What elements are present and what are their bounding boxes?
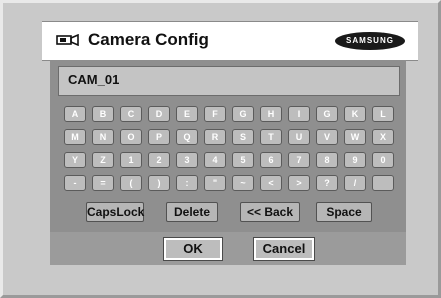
key-m[interactable]: M — [64, 129, 86, 145]
key-9[interactable]: 9 — [344, 152, 366, 168]
camera-name-field[interactable]: CAM_01 — [58, 66, 400, 96]
key-b[interactable]: B — [92, 106, 114, 122]
key-g2[interactable]: G — [316, 106, 338, 122]
brand-logo: SAMSUNG — [335, 32, 405, 50]
key-hyphen[interactable]: - — [64, 175, 86, 191]
key-slash[interactable]: / — [344, 175, 366, 191]
page-title: Camera Config — [88, 30, 209, 49]
key-a[interactable]: A — [64, 106, 86, 122]
key-0[interactable]: 0 — [372, 152, 394, 168]
delete-button[interactable]: Delete — [166, 202, 218, 222]
key-h[interactable]: H — [260, 106, 282, 122]
dialog-footer: OK Cancel — [50, 232, 406, 265]
key-close-paren[interactable]: ) — [148, 175, 170, 191]
key-l[interactable]: L — [372, 106, 394, 122]
key-6[interactable]: 6 — [260, 152, 282, 168]
key-greater-than[interactable]: > — [288, 175, 310, 191]
key-open-paren[interactable]: ( — [120, 175, 142, 191]
key-r[interactable]: R — [204, 129, 226, 145]
key-4[interactable]: 4 — [204, 152, 226, 168]
key-u[interactable]: U — [288, 129, 310, 145]
capslock-button[interactable]: CapsLock — [86, 202, 144, 222]
key-quote[interactable]: " — [204, 175, 226, 191]
function-key-row: CapsLock Delete << Back Space — [50, 202, 406, 228]
key-z[interactable]: Z — [92, 152, 114, 168]
camera-name-value: CAM_01 — [68, 72, 120, 87]
key-x[interactable]: X — [372, 129, 394, 145]
key-5[interactable]: 5 — [232, 152, 254, 168]
key-k[interactable]: K — [344, 106, 366, 122]
key-less-than[interactable]: < — [260, 175, 282, 191]
key-7[interactable]: 7 — [288, 152, 310, 168]
config-dialog: CAM_01 A B C D E F G H I G K L M N O P Q… — [50, 60, 406, 265]
ok-button[interactable]: OK — [163, 237, 223, 261]
key-t[interactable]: T — [260, 129, 282, 145]
camera-icon — [56, 34, 79, 46]
key-q[interactable]: Q — [176, 129, 198, 145]
title-bar: Camera Config SAMSUNG — [42, 21, 418, 61]
key-n[interactable]: N — [92, 129, 114, 145]
key-f[interactable]: F — [204, 106, 226, 122]
key-c[interactable]: C — [120, 106, 142, 122]
key-1[interactable]: 1 — [120, 152, 142, 168]
key-blank[interactable] — [372, 175, 394, 191]
key-e[interactable]: E — [176, 106, 198, 122]
key-2[interactable]: 2 — [148, 152, 170, 168]
back-button[interactable]: << Back — [240, 202, 300, 222]
key-3[interactable]: 3 — [176, 152, 198, 168]
key-question[interactable]: ? — [316, 175, 338, 191]
key-o[interactable]: O — [120, 129, 142, 145]
key-g[interactable]: G — [232, 106, 254, 122]
key-p[interactable]: P — [148, 129, 170, 145]
cancel-button[interactable]: Cancel — [253, 237, 315, 261]
key-i[interactable]: I — [288, 106, 310, 122]
space-button[interactable]: Space — [316, 202, 372, 222]
key-d[interactable]: D — [148, 106, 170, 122]
key-equals[interactable]: = — [92, 175, 114, 191]
key-tilde[interactable]: ~ — [232, 175, 254, 191]
key-v[interactable]: V — [316, 129, 338, 145]
key-8[interactable]: 8 — [316, 152, 338, 168]
key-w[interactable]: W — [344, 129, 366, 145]
window-frame: Camera Config SAMSUNG CAM_01 A B C D E F… — [0, 0, 441, 298]
key-colon[interactable]: : — [176, 175, 198, 191]
key-y[interactable]: Y — [64, 152, 86, 168]
key-s[interactable]: S — [232, 129, 254, 145]
